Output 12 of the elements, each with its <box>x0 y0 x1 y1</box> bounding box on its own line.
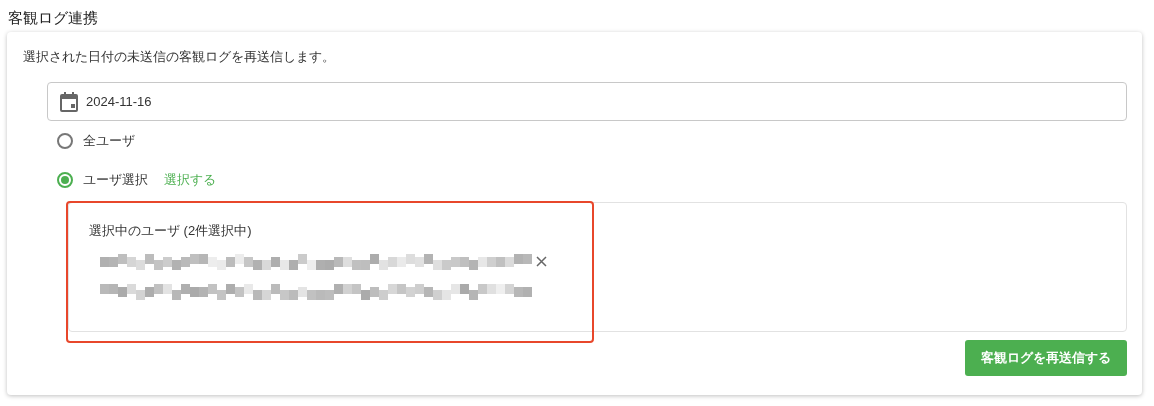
radio-label: ユーザ選択 <box>83 170 148 189</box>
radio-button[interactable] <box>57 171 73 188</box>
select-link[interactable]: 選択する <box>164 170 216 189</box>
radio-label: 全ユーザ <box>83 131 135 150</box>
close-icon[interactable] <box>536 256 547 267</box>
radio-button[interactable] <box>57 132 73 149</box>
description-text: 選択された日付の未送信の客観ログを再送信します。 <box>23 48 336 66</box>
resend-button[interactable]: 客観ログを再送信する <box>965 340 1127 376</box>
panel-title: 選択中のユーザ (2件選択中) <box>89 222 253 240</box>
calendar-icon <box>60 91 78 112</box>
section-title: 客観ログ連携 <box>8 8 99 28</box>
date-field[interactable]: 2024-11-16 <box>47 82 1127 121</box>
